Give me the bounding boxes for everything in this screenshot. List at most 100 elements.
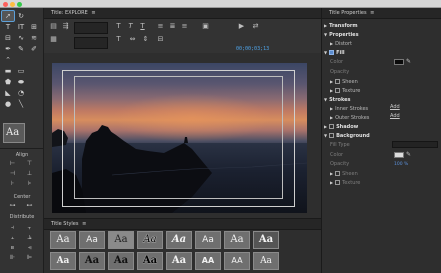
distribute-center-icon[interactable]: ⫠ — [6, 234, 19, 242]
style-swatch[interactable]: Aa — [79, 231, 105, 249]
style-swatch[interactable]: Aa — [108, 252, 134, 270]
type-tool-icon[interactable]: T — [2, 22, 14, 32]
distribute-hspace-icon[interactable]: ⊪ — [6, 254, 19, 262]
background-video-icon[interactable]: ▣ — [201, 22, 210, 31]
style-swatch[interactable]: Aa — [50, 252, 76, 270]
add-anchor-tool-icon[interactable]: ✐ — [28, 44, 40, 54]
fill-color-swatch[interactable] — [394, 59, 404, 65]
style-swatch[interactable]: AA — [195, 252, 221, 270]
transform-section[interactable]: ▶ Transform — [324, 22, 358, 29]
fill-checkbox[interactable] — [329, 50, 335, 55]
align-text-left-icon[interactable]: ≡ — [156, 22, 165, 31]
zoom-window-button[interactable] — [17, 1, 22, 7]
roll-crawl-icon[interactable]: ⇶ — [61, 22, 70, 31]
style-swatch[interactable]: Aa — [137, 252, 163, 270]
kerning-icon[interactable]: ⇔ — [128, 35, 137, 44]
new-title-icon[interactable]: ▤ — [49, 22, 58, 31]
sheen-checkbox[interactable] — [335, 79, 341, 84]
distribute-vcenter-icon[interactable]: ⫡ — [23, 234, 36, 242]
eyedropper-icon[interactable]: ✎ — [406, 58, 411, 65]
distribute-left-icon[interactable]: ⫞ — [6, 224, 19, 232]
sync-icon[interactable]: ⇄ — [251, 22, 260, 31]
align-left-icon[interactable]: ⊢ — [6, 160, 19, 168]
background-checkbox[interactable] — [329, 133, 335, 138]
style-swatch[interactable]: Aa — [253, 231, 279, 249]
style-swatch[interactable]: Aa — [224, 231, 250, 249]
vertical-area-type-tool-icon[interactable]: ⊟ — [2, 33, 14, 43]
align-right-icon[interactable]: ⊦ — [6, 180, 19, 188]
minimize-window-button[interactable] — [10, 1, 15, 7]
center-vertical-icon[interactable]: ⊷ — [23, 202, 36, 210]
align-text-center-icon[interactable]: ≣ — [168, 22, 177, 31]
outer-strokes-row[interactable]: ▶ Outer Strokes — [330, 114, 369, 121]
bold-icon[interactable]: T — [114, 22, 123, 31]
style-swatch[interactable]: Aa — [79, 252, 105, 270]
align-top-icon[interactable]: ⊥ — [23, 170, 36, 178]
style-swatch[interactable]: Aa — [166, 231, 192, 249]
leading-icon[interactable]: ⇕ — [141, 35, 150, 44]
properties-menu-icon[interactable]: ≡ — [370, 10, 374, 16]
shadow-checkbox[interactable] — [329, 124, 335, 129]
style-swatch[interactable]: Aa — [137, 231, 163, 249]
align-horizontal-center-icon[interactable]: ⊣ — [6, 170, 19, 178]
background-color-swatch[interactable] — [394, 152, 404, 158]
arc-tool-icon[interactable]: ◔ — [15, 88, 27, 98]
pen-tool-icon[interactable]: ✒ — [2, 44, 14, 54]
align-text-right-icon[interactable]: ≡ — [180, 22, 189, 31]
delete-anchor-tool-icon[interactable]: ✎ — [15, 44, 27, 54]
underline-icon[interactable]: T — [138, 22, 147, 31]
background-row[interactable]: ▼ Background — [324, 132, 370, 139]
properties-section[interactable]: ▼ Properties — [324, 31, 359, 38]
path-type-tool-icon[interactable]: ∿ — [15, 33, 27, 43]
style-swatch[interactable]: Aa — [166, 252, 192, 270]
shadow-row[interactable]: ▶ Shadow — [324, 123, 358, 130]
title-canvas[interactable] — [52, 63, 307, 213]
rectangle-tool-icon[interactable]: ▬ — [2, 66, 14, 76]
texture-checkbox[interactable] — [335, 88, 341, 93]
rotation-tool-icon[interactable]: ↻ — [15, 11, 27, 21]
panel-menu-icon[interactable]: ≡ — [91, 10, 95, 16]
style-swatch[interactable]: Aa — [108, 231, 134, 249]
add-inner-stroke-link[interactable]: Add — [390, 104, 400, 110]
font-family-dropdown[interactable] — [74, 22, 108, 34]
distribute-top-icon[interactable]: ⫟ — [23, 224, 36, 232]
center-horizontal-icon[interactable]: ⊶ — [6, 202, 19, 210]
timecode[interactable]: 00;00;03;13 — [236, 46, 269, 52]
add-outer-stroke-link[interactable]: Add — [390, 113, 400, 119]
align-vertical-center-icon[interactable]: ⊤ — [23, 160, 36, 168]
show-video-icon[interactable]: ▶ — [237, 22, 246, 31]
distort-row[interactable]: ▶ Distort — [330, 40, 352, 47]
background-sheen-checkbox[interactable] — [335, 171, 341, 176]
templates-icon[interactable]: ▦ — [49, 35, 58, 44]
background-texture-row[interactable]: ▶ Texture — [330, 179, 360, 186]
eyedropper-icon[interactable]: ✎ — [406, 151, 411, 158]
style-swatch[interactable]: Aa — [253, 252, 279, 270]
style-swatch[interactable]: Aa — [50, 231, 76, 249]
selection-tool-icon[interactable]: ➚ — [1, 10, 15, 22]
distribute-vspace-icon[interactable]: ⊫ — [23, 254, 36, 262]
style-swatch[interactable]: Aa — [195, 231, 221, 249]
align-bottom-icon[interactable]: ⊧ — [23, 180, 36, 188]
line-tool-icon[interactable]: ╲ — [15, 99, 27, 109]
texture-row[interactable]: ▶ Texture — [330, 87, 360, 94]
convert-anchor-tool-icon[interactable]: ⌃ — [2, 55, 14, 65]
background-sheen-row[interactable]: ▶ Sheen — [330, 170, 358, 177]
rounded-rectangle-tool-icon[interactable]: ▭ — [15, 66, 27, 76]
styles-menu-icon[interactable]: ≡ — [82, 221, 86, 227]
fill-type-dropdown[interactable] — [392, 141, 438, 148]
style-swatch[interactable]: AA — [224, 252, 250, 270]
wedge-tool-icon[interactable]: ◣ — [2, 88, 14, 98]
font-size-icon[interactable]: T — [114, 35, 123, 44]
sheen-row[interactable]: ▶ Sheen — [330, 78, 358, 85]
tab-stops-icon[interactable]: ⊟ — [156, 35, 165, 44]
vertical-path-type-tool-icon[interactable]: ≋ — [28, 33, 40, 43]
background-opacity-value[interactable]: 100 % — [394, 162, 408, 167]
ellipse-tool-icon[interactable]: ● — [2, 99, 14, 109]
clipped-corner-tool-icon[interactable]: ⬟ — [2, 77, 14, 87]
italic-icon[interactable]: T — [126, 22, 135, 31]
close-window-button[interactable] — [3, 1, 8, 7]
vertical-type-tool-icon[interactable]: IT — [15, 22, 27, 32]
area-type-tool-icon[interactable]: ⊞ — [28, 22, 40, 32]
background-texture-checkbox[interactable] — [335, 180, 341, 185]
fill-row[interactable]: ▼ Fill — [324, 49, 345, 56]
